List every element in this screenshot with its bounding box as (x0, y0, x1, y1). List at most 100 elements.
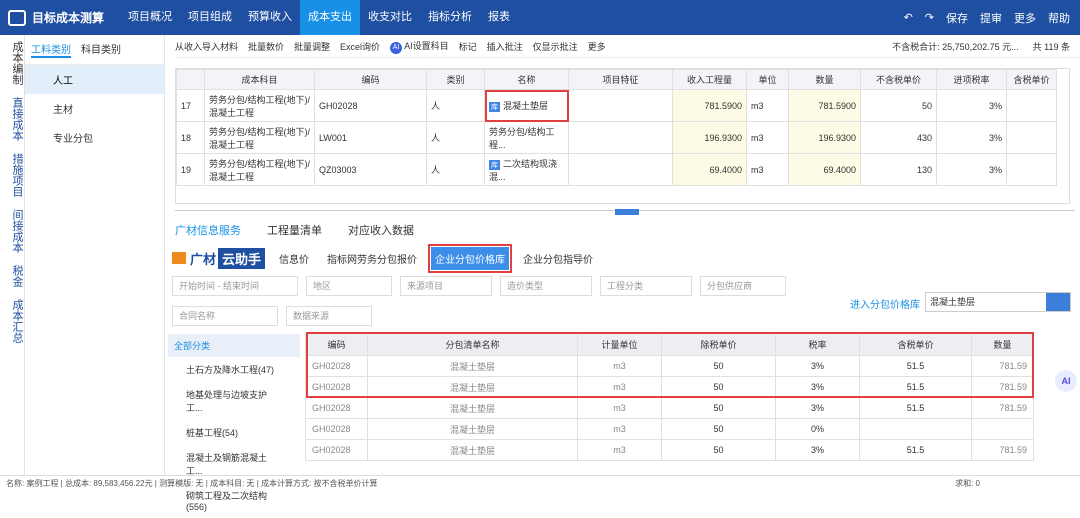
cell-category[interactable]: 人 (426, 121, 485, 154)
cell-rate[interactable]: 3% (936, 121, 1007, 154)
cell-name[interactable]: 劳务分包/结构工程... (484, 121, 569, 154)
supplier-select[interactable]: 分包供应商 (700, 276, 786, 296)
cell-income-qty[interactable]: 781.5900 (672, 89, 747, 122)
cell-name[interactable]: 库混凝土垫层 (484, 89, 569, 122)
col-header[interactable]: 单位 (746, 69, 789, 90)
col-header[interactable]: 名称 (484, 69, 569, 90)
col-header[interactable]: 编码 (314, 69, 427, 90)
contract-select[interactable]: 合同名称 (172, 306, 278, 326)
redo-icon[interactable]: ↷ (925, 11, 934, 24)
nav-item-active[interactable]: 成本支出 (300, 0, 360, 35)
batch-adjust-button[interactable]: 批量调整 (294, 40, 330, 53)
ai-assistant-icon[interactable]: AI (1055, 370, 1077, 392)
cell-price[interactable]: 430 (860, 121, 937, 154)
import-button[interactable]: 从收入导入材料 (175, 40, 238, 53)
cell-unit[interactable]: m3 (746, 89, 789, 122)
cost-type-select[interactable]: 造价类型 (500, 276, 592, 296)
cell-feature[interactable] (568, 89, 673, 122)
table-row[interactable]: 17 劳务分包/结构工程(地下)/混凝土工程 GH02028 人 库混凝土垫层 … (176, 89, 1057, 122)
source-select[interactable]: 来源项目 (400, 276, 492, 296)
cell-feature[interactable] (568, 121, 673, 154)
mark-button[interactable]: 标记 (459, 40, 477, 53)
search-input[interactable]: 混凝土垫层 (925, 292, 1071, 312)
cell-tax-price[interactable] (1006, 89, 1057, 122)
splitter-handle[interactable] (615, 209, 639, 215)
batch-price-button[interactable]: 批量数价 (248, 40, 284, 53)
more-tools-button[interactable]: 更多 (588, 40, 606, 53)
cell-code[interactable]: GH02028 (314, 89, 427, 122)
cell-category[interactable]: 人 (426, 153, 485, 186)
ai-subject-button[interactable]: AI AI设置科目 (390, 39, 449, 54)
more-button[interactable]: 更多 (1014, 10, 1036, 26)
col-header[interactable]: 成本科目 (204, 69, 315, 90)
cell-name[interactable]: 库二次结构现浇混... (484, 153, 569, 186)
cat-item[interactable]: 桩基工程(54) (168, 420, 300, 445)
enter-price-lib-link[interactable]: 进入分包价格库 (850, 296, 920, 311)
cell-price[interactable]: 130 (860, 153, 937, 186)
save-button[interactable]: 保存 (946, 10, 968, 26)
table-row[interactable]: GH02028 混凝土垫层 m3 50 3% 51.5 781.59 (305, 439, 1034, 461)
excel-inquiry-button[interactable]: Excel询价 (340, 40, 380, 53)
nav-item[interactable]: 收支对比 (360, 0, 420, 35)
cell-code[interactable]: LW001 (314, 121, 427, 154)
cell-tax-price[interactable] (1006, 153, 1057, 186)
tab-income-data[interactable]: 对应收入数据 (348, 222, 414, 238)
rail-item[interactable]: 成本汇总 (0, 293, 25, 349)
insert-note-button[interactable]: 插入批注 (487, 40, 523, 53)
tab-gcw-info[interactable]: 广材信息服务 (175, 222, 241, 238)
tree-item-labor[interactable]: 人工 (25, 65, 164, 94)
table-row[interactable]: GH02028 混凝土垫层 m3 50 3% 51.5 781.59 (305, 397, 1034, 419)
col-header[interactable]: 不含税单价 (860, 69, 937, 90)
undo-icon[interactable]: ↶ (904, 11, 913, 24)
col-header[interactable]: 含税单价 (1006, 69, 1057, 90)
cat-item[interactable]: 土石方及降水工程(47) (168, 357, 300, 382)
rail-item[interactable]: 税金 (0, 259, 25, 293)
show-notes-checkbox[interactable]: 仅显示批注 (533, 40, 578, 53)
cell-subject[interactable]: 劳务分包/结构工程(地下)/混凝土工程 (204, 89, 315, 122)
table-row[interactable]: 18 劳务分包/结构工程(地下)/混凝土工程 LW001 人 劳务分包/结构工程… (176, 121, 1057, 154)
cell-unit[interactable]: m3 (746, 121, 789, 154)
col-header[interactable]: 项目特征 (568, 69, 673, 90)
mention-button[interactable]: 提审 (980, 10, 1002, 26)
tree-item-subcontract[interactable]: 专业分包 (25, 123, 164, 152)
nav-item[interactable]: 指标分析 (420, 0, 480, 35)
cell-qty[interactable]: 196.9300 (788, 121, 861, 154)
cell-price[interactable]: 50 (860, 89, 937, 122)
subtab-enterprise-lib[interactable]: 企业分包价格库 (428, 243, 513, 273)
nav-item[interactable]: 项目组成 (180, 0, 240, 35)
cell-rate[interactable]: 3% (936, 153, 1007, 186)
col-header[interactable]: 收入工程量 (672, 69, 747, 90)
cell-feature[interactable] (568, 153, 673, 186)
subtab-info-price[interactable]: 信息价 (275, 247, 313, 270)
datasource-select[interactable]: 数据来源 (286, 306, 372, 326)
cell-rate[interactable]: 3% (936, 89, 1007, 122)
cell-qty[interactable]: 69.4000 (788, 153, 861, 186)
tab-quantity-list[interactable]: 工程量清单 (267, 222, 322, 238)
col-header[interactable]: 类别 (426, 69, 485, 90)
table-row[interactable]: 19 劳务分包/结构工程(地下)/混凝土工程 QZ03003 人 库二次结构现浇… (176, 153, 1057, 186)
region-select[interactable]: 地区 (306, 276, 392, 296)
table-row[interactable]: GH02028 混凝土垫层 m3 50 0% (305, 418, 1034, 440)
search-icon[interactable] (1046, 293, 1070, 311)
rail-item[interactable]: 间接成本 (0, 203, 25, 259)
pane-splitter[interactable] (175, 209, 1075, 215)
cell-subject[interactable]: 劳务分包/结构工程(地下)/混凝土工程 (204, 121, 315, 154)
cell-code[interactable]: QZ03003 (314, 153, 427, 186)
cell-category[interactable]: 人 (426, 89, 485, 122)
project-type-select[interactable]: 工程分类 (600, 276, 692, 296)
rail-item[interactable]: 措施项目 (0, 147, 25, 203)
cell-qty[interactable]: 781.5900 (788, 89, 861, 122)
tree-item-material[interactable]: 主材 (25, 94, 164, 123)
cat-all[interactable]: 全部分类 (168, 334, 300, 357)
tab-material-category[interactable]: 工料类别 (31, 41, 71, 58)
cell-tax-price[interactable] (1006, 121, 1057, 154)
cell-unit[interactable]: m3 (746, 153, 789, 186)
subtab-labor-quote[interactable]: 指标网劳务分包报价 (323, 247, 421, 270)
cell-income-qty[interactable]: 69.4000 (672, 153, 747, 186)
help-button[interactable]: 帮助 (1048, 10, 1070, 26)
nav-item[interactable]: 项目概况 (120, 0, 180, 35)
rail-item[interactable]: 直接成本 (0, 91, 25, 147)
col-header[interactable]: 数量 (788, 69, 861, 90)
nav-item[interactable]: 报表 (480, 0, 518, 35)
cell-income-qty[interactable]: 196.9300 (672, 121, 747, 154)
